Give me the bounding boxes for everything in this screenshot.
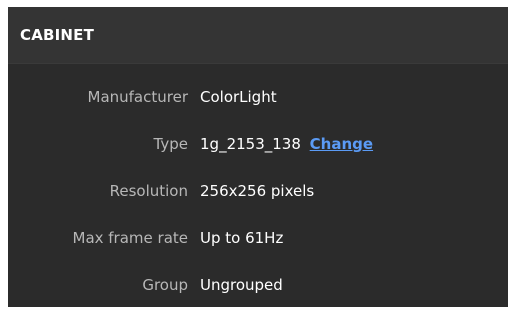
- resolution-label: Resolution: [109, 182, 188, 200]
- property-row-manufacturer: Manufacturer ColorLight: [8, 84, 508, 131]
- group-value: Ungrouped: [200, 276, 283, 294]
- manufacturer-value: ColorLight: [200, 88, 277, 106]
- property-row-group: Group Ungrouped: [8, 272, 508, 319]
- cabinet-panel: CABINET Manufacturer ColorLight Type 1g_…: [8, 7, 508, 307]
- property-row-type: Type 1g_2153_138 Change: [8, 131, 508, 178]
- group-label: Group: [142, 276, 188, 294]
- type-value: 1g_2153_138: [200, 135, 301, 153]
- change-type-link[interactable]: Change: [310, 135, 373, 153]
- type-value-wrapper: 1g_2153_138 Change: [200, 131, 373, 154]
- properties-list: Manufacturer ColorLight Type 1g_2153_138…: [8, 64, 508, 319]
- max-frame-rate-label: Max frame rate: [72, 229, 189, 247]
- resolution-value: 256x256 pixels: [200, 182, 315, 200]
- max-frame-rate-value: Up to 61Hz: [200, 229, 284, 247]
- panel-title: CABINET: [20, 26, 95, 44]
- manufacturer-label: Manufacturer: [87, 88, 189, 106]
- property-row-max-frame-rate: Max frame rate Up to 61Hz: [8, 225, 508, 272]
- type-label: Type: [153, 135, 188, 153]
- panel-header: CABINET: [8, 7, 508, 64]
- property-row-resolution: Resolution 256x256 pixels: [8, 178, 508, 225]
